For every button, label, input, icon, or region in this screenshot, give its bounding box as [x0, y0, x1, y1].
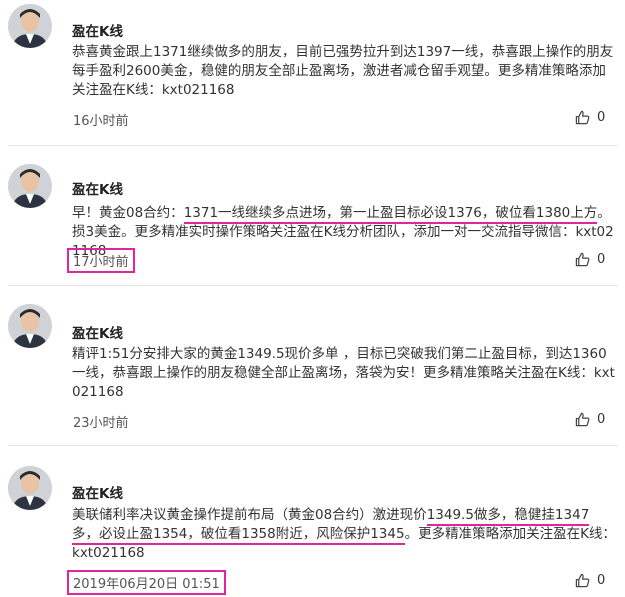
- comment-author[interactable]: 盈在K线: [72, 482, 123, 502]
- like-button[interactable]: 0: [575, 252, 605, 267]
- avatar[interactable]: [8, 304, 52, 348]
- comment-author[interactable]: 盈在K线: [72, 178, 123, 198]
- thumbs-up-icon: [575, 573, 590, 588]
- like-button[interactable]: 0: [575, 573, 605, 588]
- like-count: 0: [597, 252, 606, 267]
- comment-time: 2019年06月20日 01:51: [67, 570, 226, 595]
- comment-author[interactable]: 盈在K线: [72, 20, 123, 40]
- comment-item: 盈在K线 美联储利率决议黄金操作提前布局（黄金08合约）激进现价1349.5做多…: [0, 446, 625, 597]
- like-button[interactable]: 0: [575, 412, 605, 427]
- avatar[interactable]: [8, 164, 52, 208]
- comment-item: 盈在K线 早！黄金08合约：1371一线继续多点进场，第一止盈目标必设1376，…: [0, 146, 625, 285]
- comment-time: 17小时前: [67, 248, 135, 273]
- like-count: 0: [597, 412, 606, 427]
- comment-author[interactable]: 盈在K线: [72, 322, 123, 342]
- text-segment: 美联储利率决议黄金操作提前布局（黄金08合约）激进现价: [72, 507, 427, 523]
- comment-time: 23小时前: [73, 416, 129, 431]
- thumbs-up-icon: [575, 412, 590, 427]
- like-count: 0: [597, 110, 606, 125]
- avatar[interactable]: [8, 466, 52, 510]
- comment-text: 精评1:51分安排大家的黄金1349.5现价多单 ，目标已突破我们第二止盈目标，…: [72, 346, 615, 400]
- like-count: 0: [597, 573, 606, 588]
- text-segment: 早！黄金08合约：: [72, 205, 184, 221]
- comment-item: 盈在K线 恭喜黄金跟上1371继续做多的朋友，目前已强势拉升到达1397一线，恭…: [0, 0, 625, 145]
- comment-text: 恭喜黄金跟上1371继续做多的朋友，目前已强势拉升到达1397一线，恭喜跟上操作…: [72, 44, 614, 98]
- comment-item: 盈在K线 精评1:51分安排大家的黄金1349.5现价多单 ，目标已突破我们第二…: [0, 286, 625, 445]
- comment-text: 早！黄金08合约：1371一线继续多点进场，第一止盈目标必设1376，破位看13…: [72, 204, 616, 261]
- highlighted-text: 1371一线继续多点进场，第一止盈目标必设1376，破位看1380上方: [183, 205, 598, 224]
- comment-text: 美联储利率决议黄金操作提前布局（黄金08合约）激进现价1349.5做多，稳健挂1…: [72, 506, 616, 563]
- comment-feed: 盈在K线 恭喜黄金跟上1371继续做多的朋友，目前已强势拉升到达1397一线，恭…: [0, 0, 625, 597]
- avatar[interactable]: [8, 4, 52, 48]
- thumbs-up-icon: [575, 110, 590, 125]
- comment-time: 16小时前: [73, 114, 129, 129]
- thumbs-up-icon: [575, 252, 590, 267]
- like-button[interactable]: 0: [575, 110, 605, 125]
